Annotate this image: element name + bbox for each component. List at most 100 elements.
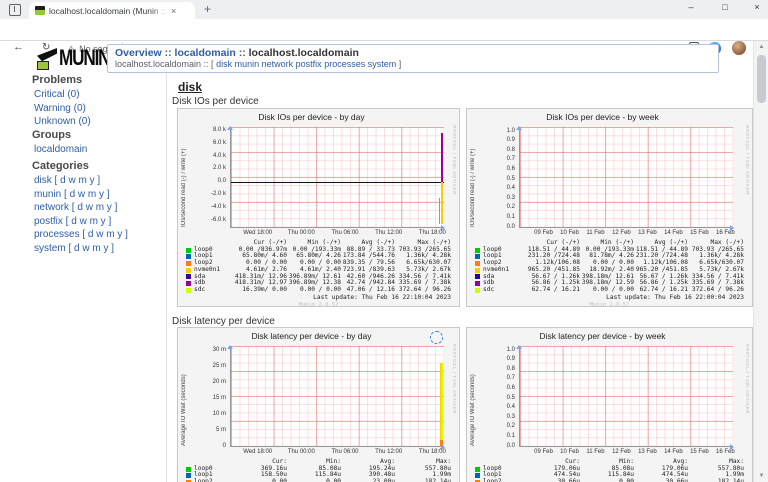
- y-tick-label: 1.0: [506, 346, 515, 353]
- legend-color-swatch: [186, 287, 191, 293]
- y-tick-label: 0.0: [506, 442, 515, 449]
- graph-zoom-icon[interactable]: [430, 331, 443, 344]
- tab-actions-icon[interactable]: [9, 4, 21, 16]
- rrdtool-watermark: RRDTOOL / TOBI OETIKER: [745, 125, 750, 196]
- categories-title: Categories: [32, 160, 89, 172]
- legend-color-swatch: [186, 254, 191, 260]
- x-tick-label: Thu 06:00: [331, 449, 359, 455]
- breadcrumb-overview-link[interactable]: Overview: [115, 47, 162, 59]
- chart-legend: Cur (-/+) Min (-/+) Avg (-/+) Max (-/+) loop…: [475, 239, 744, 309]
- graph-image[interactable]: [516, 345, 734, 450]
- y-tick-label: 0: [222, 442, 226, 449]
- chart-legend: Cur (-/+) Min (-/+) Avg (-/+) Max (-/+) loop…: [186, 239, 451, 309]
- y-tick-label: 10 m: [212, 410, 226, 417]
- scroll-down-icon[interactable]: ▼: [754, 473, 768, 479]
- y-tick-label: 0.7: [506, 375, 515, 382]
- chart-title: Disk IOs per device - by day: [258, 112, 365, 122]
- close-button[interactable]: ×: [748, 2, 766, 12]
- y-tick-label: 1.0: [506, 127, 515, 134]
- problems-title: Problems: [32, 74, 83, 86]
- category-subnav: localhost.localdomain :: [ disk munin ne…: [115, 59, 711, 70]
- legend-color-swatch: [186, 274, 191, 280]
- legend-value: 62.74 / 16.21: [639, 285, 688, 293]
- zero-axis-line: [231, 181, 444, 183]
- category-link-munin[interactable]: munin [ d w m y ]: [32, 188, 128, 202]
- graph-image[interactable]: [516, 126, 734, 231]
- sidebar-problems: Problems Critical (0) Warning (0) Unknown …: [32, 74, 91, 129]
- section-label-ios: Disk IOs per device: [172, 96, 259, 107]
- y-tick-label: 8.0 k: [212, 126, 226, 133]
- section-label-latency: Disk latency per device: [172, 316, 275, 327]
- legend-color-swatch: [475, 287, 480, 293]
- subnav-link-processes[interactable]: processes: [324, 59, 365, 69]
- x-tick-label: Thu 00:00: [287, 449, 315, 455]
- x-tick-label: Wed 18:00: [243, 449, 273, 455]
- chart-legend: Cur: Min: Avg: Max: loop0 369.16u 85.08u 195.24…: [186, 458, 451, 482]
- legend-color-swatch: [475, 254, 480, 260]
- legend-color-swatch: [475, 473, 480, 479]
- new-tab-button[interactable]: +: [204, 2, 211, 16]
- y-tick-label: 0.1: [506, 213, 515, 220]
- subnav-link-disk[interactable]: disk: [216, 59, 232, 69]
- x-tick-label: 13 Feb: [638, 449, 657, 455]
- back-button[interactable]: ←: [13, 42, 24, 53]
- legend-color-swatch: [475, 247, 480, 253]
- legend-color-swatch: [475, 267, 480, 273]
- x-tick-label: 10 Feb: [560, 230, 579, 236]
- y-tick-label: 0.4: [506, 185, 515, 192]
- breadcrumb-group-link[interactable]: localdomain: [175, 47, 236, 59]
- y-tick-label: 0.8: [506, 146, 515, 153]
- tab-title: localhost.localdomain (Munin :: lo: [49, 5, 169, 16]
- subnav-link-munin[interactable]: munin: [235, 59, 260, 69]
- category-link-network[interactable]: network [ d w m y ]: [32, 201, 128, 215]
- minimize-button[interactable]: –: [682, 2, 700, 12]
- problem-link[interactable]: Warning (0): [32, 102, 91, 116]
- subnav-link-postfix[interactable]: postfix: [296, 59, 322, 69]
- page-title[interactable]: disk: [178, 80, 202, 94]
- legend-color-swatch: [186, 247, 191, 253]
- problem-link[interactable]: Unknown (0): [32, 115, 91, 129]
- legend-color-swatch: [475, 281, 480, 287]
- last-update: Last update: Thu Feb 16 22:10:04 2023: [313, 293, 451, 301]
- legend-color-swatch: [186, 473, 191, 479]
- page-scrollbar[interactable]: ▲ ▼: [753, 41, 768, 482]
- chart-title: Disk latency per device - by day: [251, 331, 372, 341]
- profile-avatar[interactable]: [732, 41, 746, 55]
- x-tick-label: 11 Feb: [586, 449, 605, 455]
- y-tick-label: 0.6: [506, 165, 515, 172]
- subnav-suffix: ]: [396, 59, 402, 69]
- y-tick-label: -4.0 k: [210, 204, 226, 211]
- subnav-link-network[interactable]: network: [262, 59, 294, 69]
- maximize-button[interactable]: □: [716, 2, 734, 12]
- graph-image[interactable]: [227, 126, 445, 231]
- subnav-link-system[interactable]: system: [368, 59, 397, 69]
- chart-panel-ios-day: Disk IOs per device - by day RRDTOOL / TO…: [177, 108, 460, 309]
- category-link-processes[interactable]: processes [ d w m y ]: [32, 228, 128, 242]
- group-link[interactable]: localdomain: [32, 143, 87, 157]
- legend-row: sdc 16.39m/ 0.00 0.00 / 0.00 47.06 / 12.16 3…: [186, 286, 451, 294]
- scrollbar-thumb[interactable]: [757, 55, 766, 103]
- y-tick-label: 5 m: [215, 426, 226, 433]
- y-tick-label: 0.5: [506, 394, 515, 401]
- x-tick-label: 12 Feb: [612, 230, 631, 236]
- chart-panel-ios-week: Disk IOs per device - by week RRDTOOL / T…: [466, 108, 753, 309]
- scroll-up-icon[interactable]: ▲: [754, 44, 768, 50]
- browser-window: localhost.localdomain (Munin :: lo × + –…: [0, 0, 768, 482]
- category-link-system[interactable]: system [ d w m y ]: [32, 242, 128, 256]
- breadcrumb-separator: ::: [161, 47, 175, 59]
- problem-link[interactable]: Critical (0): [32, 88, 91, 102]
- legend-color-swatch: [186, 281, 191, 287]
- tab-close-icon[interactable]: ×: [171, 6, 176, 16]
- legend-row: loop1 158.50u 115.84u 390.48u 1.99m: [186, 472, 451, 479]
- graph-image[interactable]: [227, 345, 445, 450]
- legend-header-row: Cur: Min: Avg: Max:: [475, 458, 744, 466]
- legend-row: loop1 474.54u 115.84u 474.54u 1.99m: [475, 472, 744, 479]
- legend-color-swatch: [475, 260, 480, 266]
- x-tick-label: 15 Feb: [690, 449, 709, 455]
- x-tick-label: 14 Feb: [664, 230, 683, 236]
- browser-tab[interactable]: localhost.localdomain (Munin :: lo ×: [29, 2, 195, 19]
- munin-logo-icon: [37, 46, 57, 70]
- y-tick-label: 0.0: [217, 178, 226, 185]
- category-link-postfix[interactable]: postfix [ d w m y ]: [32, 215, 128, 229]
- category-link-disk[interactable]: disk [ d w m y ]: [32, 174, 128, 188]
